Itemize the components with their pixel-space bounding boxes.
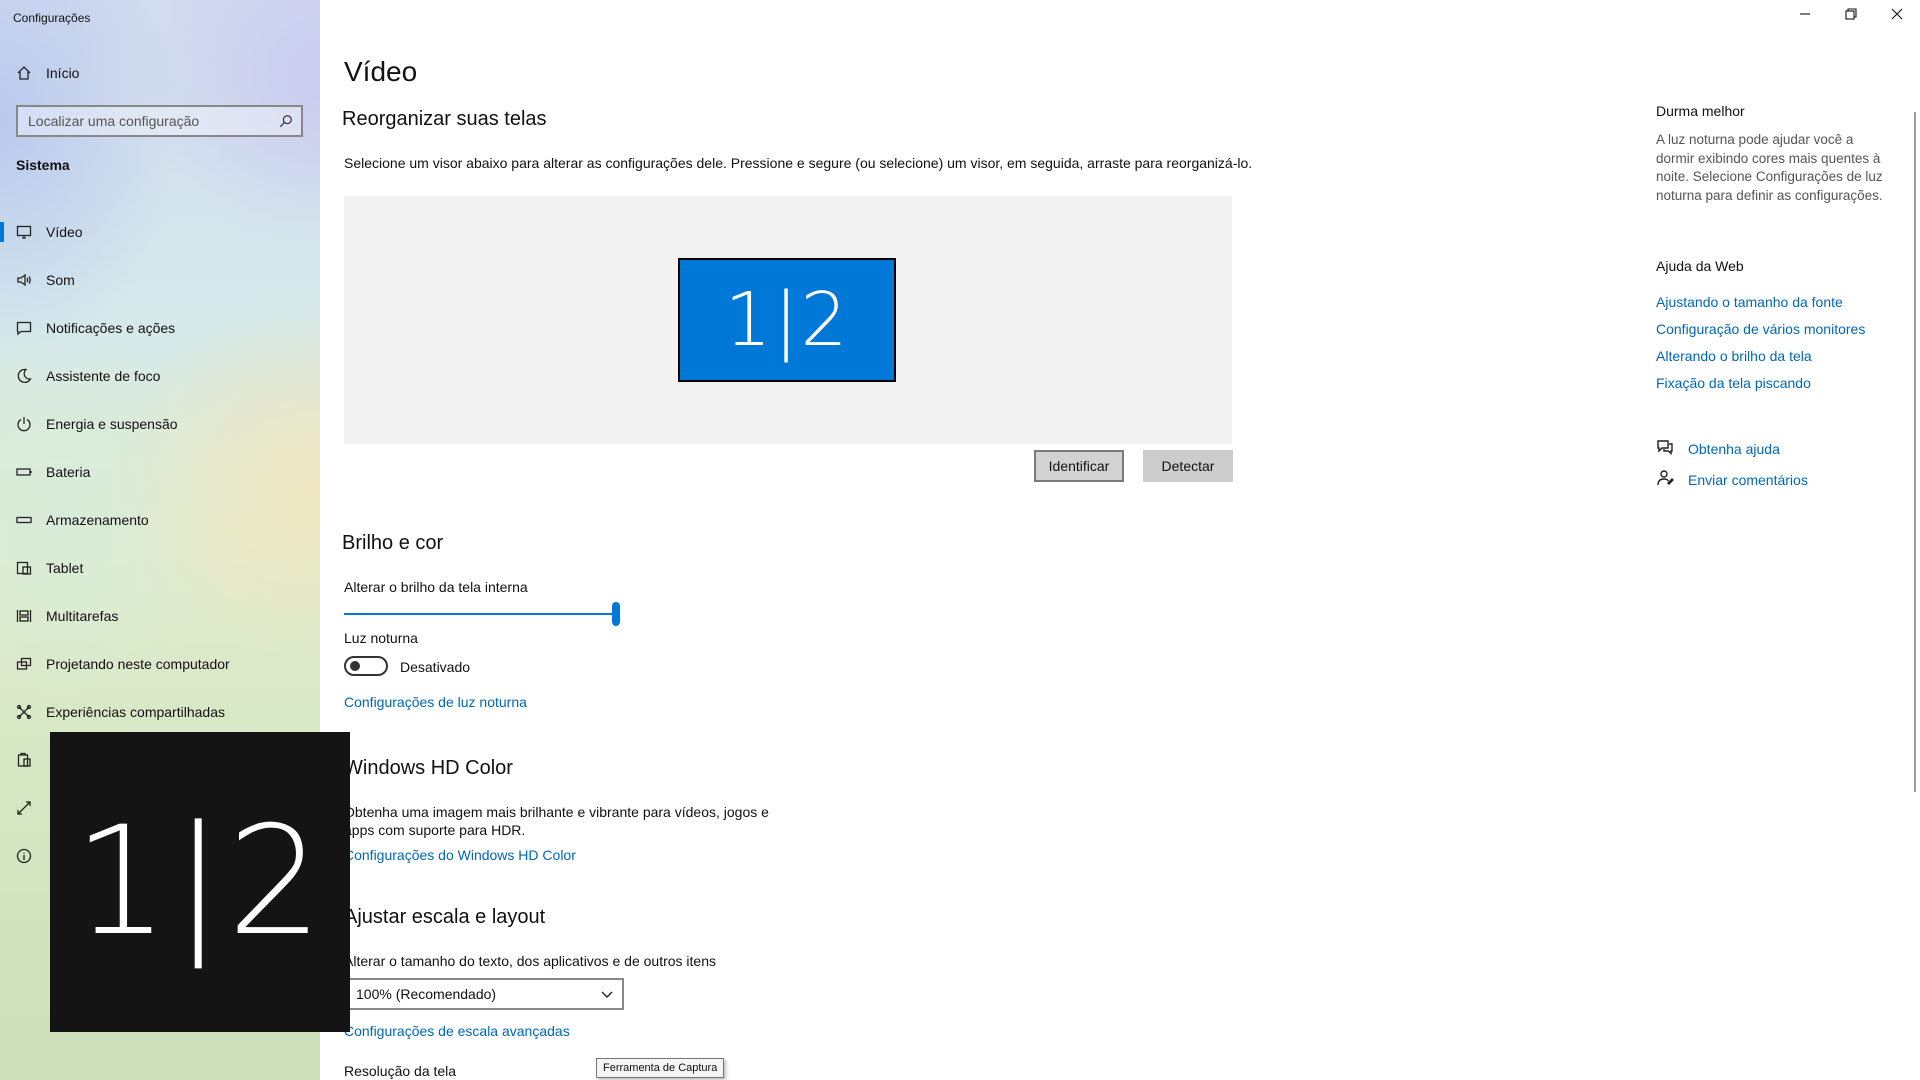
minimize-icon xyxy=(1799,7,1811,25)
sleep-better-title: Durma melhor xyxy=(1656,103,1745,119)
sidebar-item-home[interactable]: Início xyxy=(0,58,320,88)
identify-display-overlay: 1|2 xyxy=(50,732,350,1032)
brightness-label: Alterar o brilho da tela interna xyxy=(344,579,528,595)
scrollbar[interactable] xyxy=(1914,112,1916,792)
sleep-better-text: A luz noturna pode ajudar você a dormir … xyxy=(1656,132,1883,203)
storage-icon xyxy=(0,512,46,528)
slider-thumb[interactable] xyxy=(612,602,620,626)
sidebar-item-label: Energia e suspensão xyxy=(46,416,178,432)
minimize-button[interactable] xyxy=(1782,0,1828,32)
resolution-label: Resolução da tela xyxy=(344,1063,457,1079)
web-help-link-font-size[interactable]: Ajustando o tamanho da fonte xyxy=(1656,294,1843,310)
night-light-label: Luz noturna xyxy=(344,630,418,646)
hdr-heading: Windows HD Color xyxy=(344,757,513,779)
arrange-description: Selecione um visor abaixo para alterar a… xyxy=(344,155,1253,171)
sidebar-item-battery[interactable]: Bateria xyxy=(0,448,320,496)
sidebar-item-label: Assistente de foco xyxy=(46,368,161,384)
web-help-title: Ajuda da Web xyxy=(1656,258,1744,274)
sidebar-item-label: Bateria xyxy=(46,464,91,480)
restore-icon xyxy=(1845,7,1857,25)
chevron-down-icon xyxy=(600,987,614,1001)
sidebar-item-storage[interactable]: Armazenamento xyxy=(0,496,320,544)
sidebar-item-label: Vídeo xyxy=(46,224,83,240)
feedback-icon xyxy=(1656,469,1674,492)
sidebar-item-sound[interactable]: Som xyxy=(0,256,320,304)
sidebar-item-label: Experiências compartilhadas xyxy=(46,704,225,720)
hdr-settings-link[interactable]: Configurações do Windows HD Color xyxy=(344,847,576,863)
sidebar-item-video[interactable]: Vídeo xyxy=(0,208,320,256)
sidebar-item-notifications[interactable]: Notificações e ações xyxy=(0,304,320,352)
sidebar-item-label: Armazenamento xyxy=(46,512,149,528)
sidebar-item-label: Multitarefas xyxy=(46,608,119,624)
slider-fill xyxy=(344,613,616,615)
web-help-link-brightness[interactable]: Alterando o brilho da tela xyxy=(1656,348,1812,364)
display-tile[interactable]: 1|2 xyxy=(678,258,896,382)
app-title: Configurações xyxy=(13,11,91,25)
search-icon[interactable] xyxy=(271,114,301,128)
section-title: Sistema xyxy=(16,157,70,173)
battery-icon xyxy=(0,464,46,480)
home-icon xyxy=(0,65,46,81)
tooltip: Ferramenta de Captura xyxy=(596,1058,725,1078)
night-light-state: Desativado xyxy=(400,659,471,675)
sidebar-item-label: Início xyxy=(46,65,80,81)
web-help-link-flicker[interactable]: Fixação da tela piscando xyxy=(1656,375,1811,391)
sidebar-item-focus-assist[interactable]: Assistente de foco xyxy=(0,352,320,400)
clipboard-icon xyxy=(0,752,46,768)
brightness-slider[interactable] xyxy=(344,602,620,626)
notification-icon xyxy=(0,320,46,336)
scale-heading: Ajustar escala e layout xyxy=(344,906,546,928)
sidebar-item-tablet[interactable]: Tablet xyxy=(0,544,320,592)
identify-button[interactable]: Identificar xyxy=(1034,450,1124,482)
detect-button[interactable]: Detectar xyxy=(1143,450,1233,482)
sidebar-item-label: Projetando neste computador xyxy=(46,656,230,672)
speaker-icon xyxy=(0,272,46,288)
get-help-action[interactable]: Obtenha ajuda xyxy=(1656,438,1780,460)
multitasking-icon xyxy=(0,608,46,624)
scale-dropdown[interactable]: 100% (Recomendado) xyxy=(344,978,624,1010)
night-light-toggle[interactable] xyxy=(344,656,388,676)
close-icon xyxy=(1891,7,1903,25)
sidebar-item-multitasking[interactable]: Multitarefas xyxy=(0,592,320,640)
sidebar-item-projecting[interactable]: Projetando neste computador xyxy=(0,640,320,688)
remote-icon xyxy=(0,800,46,816)
night-light-settings-link[interactable]: Configurações de luz noturna xyxy=(344,694,527,710)
sidebar-item-label: Tablet xyxy=(46,560,84,576)
hdr-description: Obtenha uma imagem mais brilhante e vibr… xyxy=(344,804,769,838)
monitor-icon xyxy=(0,224,46,240)
web-help-link-multi-monitor[interactable]: Configuração de vários monitores xyxy=(1656,321,1865,337)
toggle-knob xyxy=(350,661,360,671)
advanced-scaling-link[interactable]: Configurações de escala avançadas xyxy=(344,1023,570,1039)
help-chat-icon xyxy=(1656,438,1674,461)
sidebar-item-label: Som xyxy=(46,272,75,288)
arrange-heading: Reorganizar suas telas xyxy=(342,108,547,130)
feedback-action[interactable]: Enviar comentários xyxy=(1656,469,1808,491)
scale-label: Alterar o tamanho do texto, dos aplicati… xyxy=(344,953,716,969)
scale-selected-value: 100% (Recomendado) xyxy=(356,986,497,1002)
search-input[interactable] xyxy=(28,113,271,129)
moon-icon xyxy=(0,368,46,384)
feedback-link[interactable]: Enviar comentários xyxy=(1688,472,1808,488)
get-help-link[interactable]: Obtenha ajuda xyxy=(1688,441,1780,457)
projector-icon xyxy=(0,656,46,672)
power-icon xyxy=(0,416,46,432)
sidebar-item-shared[interactable]: Experiências compartilhadas xyxy=(0,688,320,736)
page-title: Vídeo xyxy=(344,56,418,87)
sidebar-item-power[interactable]: Energia e suspensão xyxy=(0,400,320,448)
close-button[interactable] xyxy=(1874,0,1920,32)
restore-button[interactable] xyxy=(1828,0,1874,32)
shared-icon xyxy=(0,704,46,720)
tablet-icon xyxy=(0,560,46,576)
brightness-heading: Brilho e cor xyxy=(342,532,444,554)
sidebar-item-label: Notificações e ações xyxy=(46,320,176,336)
display-arrangement-area[interactable]: 1|2 xyxy=(344,196,1232,444)
info-icon xyxy=(0,848,46,864)
search-box[interactable] xyxy=(16,105,303,137)
